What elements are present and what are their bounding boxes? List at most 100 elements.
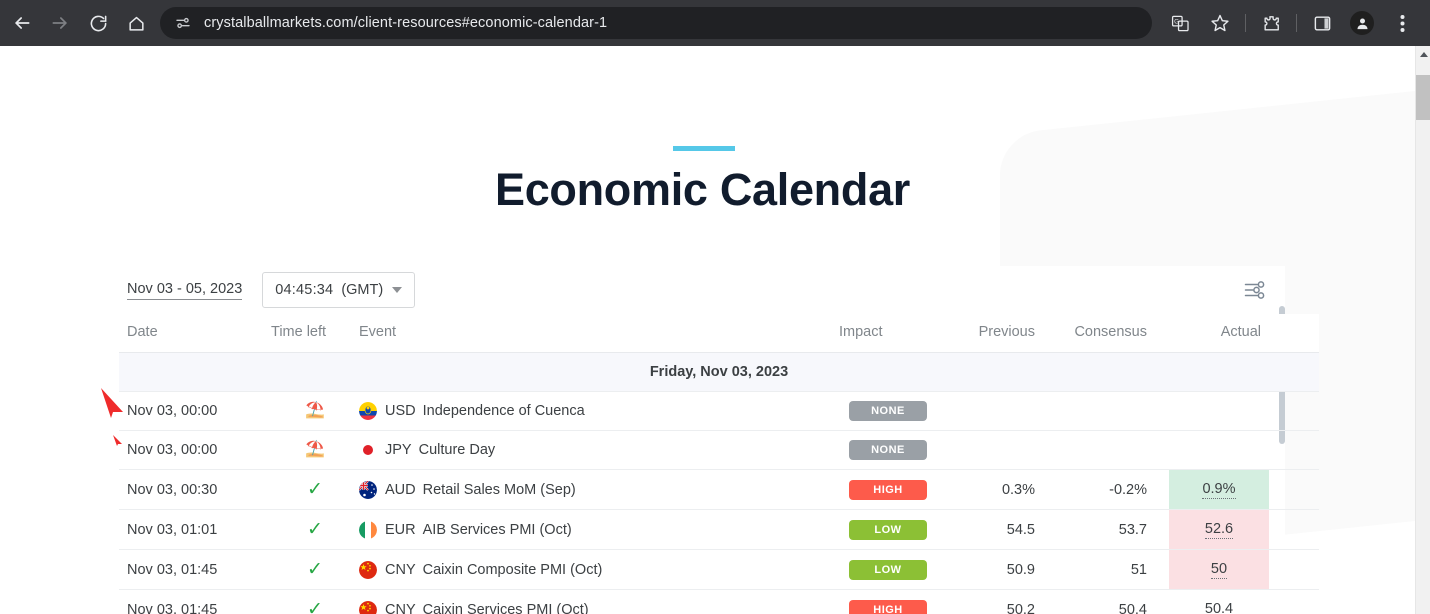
date-range-picker[interactable]: Nov 03 - 05, 2023 [127, 280, 243, 300]
reload-button[interactable] [84, 9, 112, 37]
table-row[interactable]: Nov 03, 00:00 ⛱️ USD Independence of Cuenca… [119, 391, 1319, 431]
event-name: AIB Services PMI (Oct) [422, 521, 572, 538]
forward-button[interactable] [46, 9, 74, 37]
actual-value-cell: 52.6 [1169, 510, 1269, 549]
table-row[interactable]: Nov 03, 01:01 ✓ EUR AIB Services PMI (Oct) L… [119, 509, 1319, 550]
actual-cell: 50 [1169, 549, 1269, 590]
impact-badge: HIGH [849, 599, 927, 614]
event-description[interactable]: CNY Caixin Services PMI (Oct) [359, 589, 827, 614]
toolbar-divider-2 [1296, 14, 1297, 32]
table-row[interactable]: Nov 03, 00:30 ✓ AUD Retail Sales MoM (Sep) H… [119, 469, 1319, 510]
impact-cell: HIGH [827, 469, 949, 510]
column-header-consensus[interactable]: Consensus [1057, 314, 1169, 353]
calendar-toolbar: Nov 03 - 05, 2023 04:45:34 (GMT) [119, 266, 1285, 314]
event-currency: USD [385, 403, 416, 419]
bookmark-star-icon[interactable] [1205, 8, 1235, 38]
event-description[interactable]: EUR AIB Services PMI (Oct) [359, 509, 827, 550]
economic-calendar-table: Date Time left Event Impact Previous Con… [119, 314, 1319, 614]
table-row[interactable]: Nov 03, 01:45 ✓ CNY Caixin Composite PMI (O… [119, 549, 1319, 590]
timezone-selector[interactable]: 04:45:34 (GMT) [262, 272, 416, 308]
event-currency: AUD [385, 481, 416, 498]
chevron-down-icon [392, 287, 403, 293]
scrollbar-up-arrow[interactable] [1416, 46, 1430, 62]
row-spacer [1269, 391, 1319, 431]
reload-icon [90, 15, 106, 31]
three-dot-menu-icon[interactable] [1387, 8, 1417, 38]
title-accent-bar [673, 146, 735, 151]
toolbar-divider [1245, 14, 1246, 32]
japan-flag-icon [359, 441, 377, 459]
column-header-date[interactable]: Date [119, 314, 271, 353]
australia-flag-icon [359, 480, 377, 499]
event-currency: JPY [385, 442, 412, 458]
actual-cell [1169, 430, 1269, 470]
site-settings-icon[interactable] [172, 12, 194, 34]
row-spacer [1269, 509, 1319, 550]
event-description[interactable]: JPY Culture Day [359, 430, 827, 470]
column-header-event[interactable]: Event [359, 314, 827, 353]
event-description[interactable]: USD Independence of Cuenca [359, 391, 827, 431]
ireland-flag-icon [359, 520, 377, 539]
impact-badge: LOW [849, 559, 927, 580]
table-row[interactable]: Nov 03, 00:00 ⛱️ JPY Culture Day NONE [119, 430, 1319, 470]
event-currency: CNY [385, 561, 416, 578]
profile-avatar-icon[interactable] [1347, 8, 1377, 38]
event-status: ✓ [271, 509, 359, 550]
column-header-impact[interactable]: Impact [827, 314, 949, 353]
event-name: Retail Sales MoM (Sep) [422, 481, 576, 498]
event-description[interactable]: CNY Caixin Composite PMI (Oct) [359, 549, 827, 590]
home-button[interactable] [122, 9, 150, 37]
actual-cell: 52.6 [1169, 509, 1269, 550]
previous-value: 0.3% [949, 469, 1057, 510]
url-text: crystalballmarkets.com/client-resources#… [204, 15, 608, 31]
consensus-value [1057, 391, 1169, 431]
svg-text:G: G [1174, 18, 1179, 25]
event-status: ⛱️ [271, 430, 359, 470]
event-status: ✓ [271, 549, 359, 590]
actual-cell [1169, 391, 1269, 431]
actual-value: 52.6 [1204, 521, 1234, 539]
page-scrollbar[interactable] [1415, 46, 1430, 614]
event-description[interactable]: AUD Retail Sales MoM (Sep) [359, 469, 827, 510]
browser-toolbar: crystalballmarkets.com/client-resources#… [0, 0, 1430, 46]
timezone-clock: 04:45:34 [275, 282, 334, 298]
beach-umbrella-icon: ⛱️ [305, 441, 325, 458]
column-header-previous[interactable]: Previous [949, 314, 1057, 353]
extensions-puzzle-icon[interactable] [1256, 8, 1286, 38]
impact-badge: HIGH [849, 479, 927, 500]
previous-value [949, 391, 1057, 431]
impact-cell: LOW [827, 549, 949, 590]
impact-badge: NONE [849, 401, 927, 421]
forward-arrow-icon [52, 17, 67, 29]
consensus-value [1057, 430, 1169, 470]
event-date: Nov 03, 01:01 [119, 509, 271, 550]
consensus-value: 50.4 [1057, 589, 1169, 614]
filter-sliders-icon[interactable] [1243, 278, 1267, 302]
impact-cell: NONE [827, 430, 949, 470]
toolbar-actions: G [1160, 8, 1430, 38]
day-group-row: Friday, Nov 03, 2023 [119, 352, 1319, 392]
ecuador-flag-icon [359, 402, 377, 420]
table-header: Date Time left Event Impact Previous Con… [119, 314, 1319, 353]
previous-value: 54.5 [949, 509, 1057, 550]
page-scrollbar-thumb[interactable] [1416, 75, 1430, 120]
column-header-time-left[interactable]: Time left [271, 314, 359, 353]
table-row[interactable]: Nov 03, 01:45 ✓ CNY Caixin Services PMI (Oc… [119, 589, 1319, 614]
table-body: Friday, Nov 03, 2023 Nov 03, 00:00 ⛱️ USD In… [119, 352, 1319, 614]
back-button[interactable] [8, 9, 36, 37]
event-name: Independence of Cuenca [422, 403, 585, 419]
actual-value-cell: 0.9% [1169, 470, 1269, 509]
day-group-label: Friday, Nov 03, 2023 [119, 352, 1319, 392]
actual-value: 0.9% [1202, 481, 1236, 499]
event-status: ✓ [271, 469, 359, 510]
actual-cell: 50.4 [1169, 589, 1269, 614]
previous-value: 50.2 [949, 589, 1057, 614]
page-content: Economic Calendar Nov 03 - 05, 2023 04:4… [0, 46, 1415, 614]
translate-icon[interactable]: G [1165, 8, 1195, 38]
event-currency: EUR [385, 521, 416, 538]
column-header-actual[interactable]: Actual [1169, 314, 1269, 353]
address-bar[interactable]: crystalballmarkets.com/client-resources#… [160, 7, 1152, 39]
row-spacer [1269, 430, 1319, 470]
back-arrow-icon [15, 17, 30, 29]
side-panel-icon[interactable] [1307, 8, 1337, 38]
